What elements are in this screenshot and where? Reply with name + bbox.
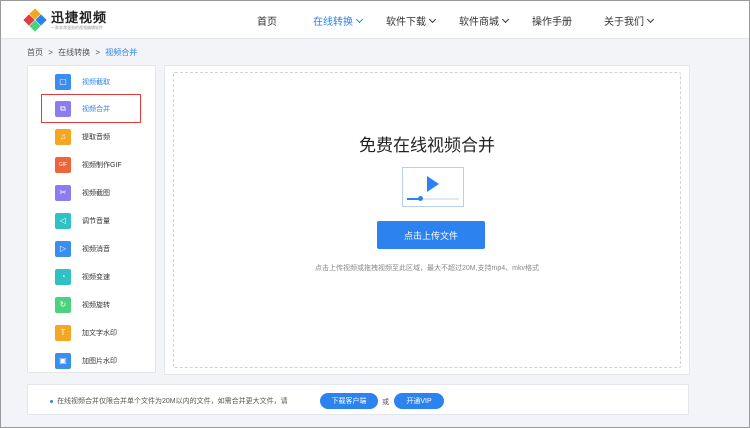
progress-track: [407, 196, 459, 201]
sidebar-item-label: 调节音量: [82, 217, 110, 225]
breadcrumb-separator: >: [95, 48, 101, 57]
gif-icon: GIF: [55, 156, 71, 173]
crop-icon: ▢: [55, 73, 71, 90]
sidebar-item-extract-audio[interactable]: ♫ 提取音频: [42, 123, 140, 150]
chevron-down-icon: [428, 15, 437, 23]
scissors-icon: ✂: [55, 184, 71, 201]
nav-manual[interactable]: 操作手册: [532, 13, 572, 28]
bullet-icon: [50, 399, 53, 403]
notice-bar: 在线视频合并仅限合并单个文件为20M以内的文件，如需合并更大文件，请 下载客户端…: [27, 384, 689, 415]
breadcrumb: 首页 > 在线转换 > 视频合并: [27, 47, 140, 58]
rotate-icon: ↻: [55, 296, 71, 313]
upload-panel: 免费在线视频合并 点击上传文件 点击上传视频或拖拽视频至此区域，最大不超过20M…: [164, 65, 690, 375]
nav-online-convert[interactable]: 在线转换: [313, 13, 364, 28]
notice-text-wrap: 在线视频合并仅限合并单个文件为20M以内的文件，如需合并更大文件，请: [50, 396, 288, 406]
or-text: 或: [382, 399, 389, 406]
speed-icon: ◔: [55, 268, 71, 285]
sidebar-item-label: 视频旋转: [82, 301, 110, 309]
nav-software-store[interactable]: 软件商城: [459, 13, 510, 28]
page-title: 免费在线视频合并: [359, 136, 495, 155]
sidebar-item-label: 视频消音: [82, 245, 110, 253]
sidebar-item-label: 加文字水印: [82, 329, 117, 337]
nav-home[interactable]: 首页: [257, 13, 277, 28]
sidebar-item-label: 视频变速: [82, 273, 110, 281]
notice-text: 在线视频合并仅限合并单个文件为20M以内的文件，如需合并更大文件，请: [57, 398, 288, 405]
chevron-down-icon: [355, 15, 364, 23]
volume-icon: ◁: [55, 212, 71, 229]
sidebar-item-video-merge[interactable]: ⧉ 视频合并: [41, 94, 141, 123]
sidebar-item-image-watermark[interactable]: ▣ 加图片水印: [42, 347, 140, 374]
logo-icon: [23, 8, 47, 32]
breadcrumb-home[interactable]: 首页: [27, 48, 43, 57]
sidebar-item-label: 视频截图: [82, 189, 110, 197]
sidebar-item-video-rotate[interactable]: ↻ 视频旋转: [42, 291, 140, 318]
progress-knob: [418, 196, 423, 201]
mute-icon: ▷: [55, 240, 71, 257]
sidebar-item-label: 视频截取: [82, 78, 110, 86]
breadcrumb-online-convert[interactable]: 在线转换: [58, 48, 90, 57]
tool-sidebar: ▢ 视频截取 ⧉ 视频合并 ♫ 提取音频 GIF 视频制作GIF ✂ 视频截图 …: [27, 65, 156, 373]
sidebar-item-video-speed[interactable]: ◔ 视频变速: [42, 263, 140, 290]
download-client-button[interactable]: 下载客户端: [320, 393, 378, 409]
chevron-down-icon: [501, 15, 510, 23]
sidebar-item-video-crop[interactable]: ▢ 视频截取: [42, 68, 140, 95]
drop-zone[interactable]: 免费在线视频合并 点击上传文件 点击上传视频或拖拽视频至此区域，最大不超过20M…: [173, 72, 681, 368]
headphone-icon: ♫: [55, 128, 71, 145]
nav-software-download[interactable]: 软件下载: [386, 13, 437, 28]
nav-about-us[interactable]: 关于我们: [604, 13, 655, 28]
sidebar-item-adjust-volume[interactable]: ◁ 调节音量: [42, 207, 140, 234]
sidebar-item-text-watermark[interactable]: T 加文字水印: [42, 319, 140, 346]
logo[interactable]: 迅捷视频 一款非常强劲的视频编辑软件: [23, 8, 108, 32]
upload-file-button[interactable]: 点击上传文件: [377, 221, 485, 249]
upload-hint: 点击上传视频或拖拽视频至此区域，最大不超过20M,支持mp4、mkv格式: [314, 265, 539, 272]
sidebar-item-label: 视频合并: [82, 105, 110, 113]
text-watermark-icon: T: [55, 324, 71, 341]
image-watermark-icon: ▣: [55, 352, 71, 369]
video-illustration: [402, 167, 464, 207]
logo-subtitle: 一款非常强劲的视频编辑软件: [51, 24, 103, 30]
play-icon: [427, 176, 439, 192]
sidebar-item-label: 视频制作GIF: [82, 161, 122, 169]
sidebar-item-label: 加图片水印: [82, 357, 117, 365]
logo-title: 迅捷视频: [51, 9, 108, 25]
breadcrumb-separator: >: [48, 48, 53, 57]
sidebar-item-video-screenshot[interactable]: ✂ 视频截图: [42, 179, 140, 206]
sidebar-item-video-gif[interactable]: GIF 视频制作GIF: [42, 151, 140, 178]
chevron-down-icon: [646, 15, 655, 23]
open-vip-button[interactable]: 开通VIP: [394, 393, 444, 409]
breadcrumb-current: 视频合并: [105, 48, 138, 57]
sidebar-item-video-mute[interactable]: ▷ 视频消音: [42, 235, 140, 262]
sidebar-item-label: 提取音频: [82, 133, 110, 141]
top-header: 迅捷视频 一款非常强劲的视频编辑软件 首页 在线转换 软件下载 软件商城 操作手…: [1, 1, 749, 39]
merge-icon: ⧉: [55, 100, 71, 117]
